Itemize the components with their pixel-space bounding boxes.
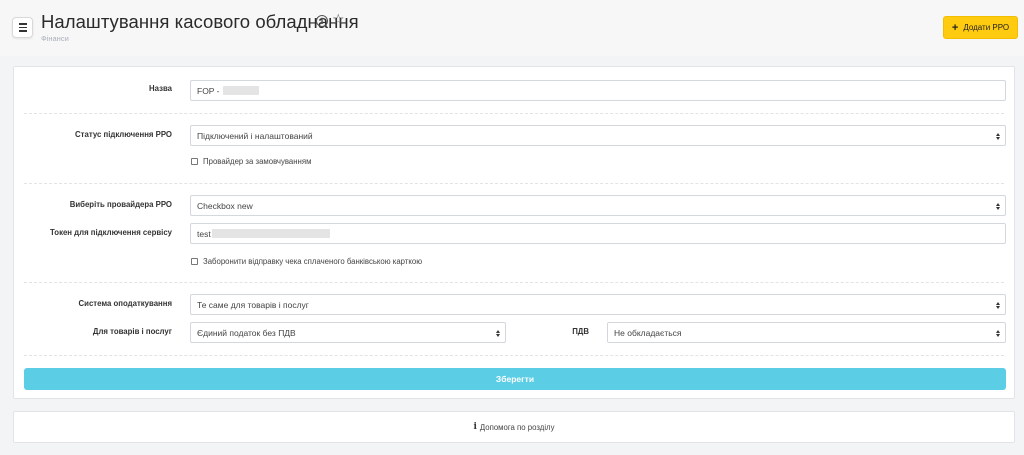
goods-services-select[interactable]: Єдиний податок без ПДВ — [190, 322, 506, 343]
block-receipt-checkbox[interactable] — [191, 258, 198, 265]
save-button[interactable]: Зберегти — [24, 368, 1006, 390]
name-input[interactable]: FOP - — [190, 80, 1006, 101]
select-arrows-icon — [995, 201, 1001, 211]
settings-form-card: Назва FOP - Статус підключення РРО Підкл… — [13, 66, 1015, 399]
hamburger-icon[interactable] — [12, 17, 33, 38]
vat-select-value: Не обкладається — [614, 327, 682, 338]
select-arrows-icon — [995, 300, 1001, 310]
help-section-link[interactable]: i Допомога по розділу — [13, 411, 1015, 443]
status-select[interactable]: Підключений і налаштований — [190, 125, 1006, 146]
token-input[interactable]: test — [190, 223, 1006, 244]
goods-services-select-value: Єдиний податок без ПДВ — [197, 327, 296, 338]
default-provider-checkbox[interactable] — [191, 158, 198, 165]
goods-services-label: Для товарів і послуг — [92, 327, 172, 336]
default-provider-label: Провайдер за замовчуванням — [203, 157, 312, 166]
select-arrows-icon — [495, 328, 501, 338]
info-icon: i — [473, 422, 477, 432]
block-receipt-label: Заборонити відправку чека сплаченого бан… — [203, 257, 423, 266]
redacted-text — [211, 229, 330, 238]
plus-icon: + — [951, 21, 959, 34]
status-select-value: Підключений і налаштований — [197, 130, 313, 141]
help-label: Допомога по розділу — [479, 422, 555, 432]
section-divider — [24, 183, 1004, 184]
token-label: Токен для підключення сервісу — [50, 228, 172, 237]
name-label: Назва — [149, 84, 172, 93]
section-divider — [24, 113, 1004, 114]
select-arrows-icon — [995, 328, 1001, 338]
block-receipt-row[interactable]: Заборонити відправку чека сплаченого бан… — [191, 257, 422, 266]
tax-system-select-value: Те саме для товарів і послуг — [197, 299, 309, 310]
tax-system-label: Система оподаткування — [78, 299, 172, 308]
page-header: Налаштування касового обладнання i ☆ Фін… — [0, 0, 1024, 56]
select-arrows-icon — [995, 131, 1001, 141]
section-divider — [24, 282, 1004, 283]
provider-label: Виберіть провайдера РРО — [69, 200, 172, 209]
page-title: Налаштування касового обладнання — [41, 11, 359, 32]
star-outline-icon[interactable]: ☆ — [332, 12, 345, 26]
vat-select[interactable]: Не обкладається — [607, 322, 1006, 343]
add-rro-button[interactable]: + Додати РРО — [943, 16, 1018, 39]
provider-select[interactable]: Checkbox new — [190, 195, 1006, 216]
redacted-text — [222, 86, 259, 95]
vat-label: ПДВ — [572, 327, 589, 336]
tax-system-select[interactable]: Те саме для товарів і послуг — [190, 294, 1006, 315]
provider-select-value: Checkbox new — [197, 200, 253, 211]
default-provider-row[interactable]: Провайдер за замовчуванням — [191, 157, 311, 166]
section-divider — [24, 355, 1004, 356]
token-input-value: test — [197, 228, 211, 239]
breadcrumb[interactable]: Фінанси — [41, 34, 69, 43]
info-circle-icon[interactable]: i — [316, 15, 328, 27]
status-label: Статус підключення РРО — [75, 130, 172, 139]
add-rro-button-label: Додати РРО — [963, 23, 1010, 32]
name-input-value: FOP - — [197, 85, 220, 96]
